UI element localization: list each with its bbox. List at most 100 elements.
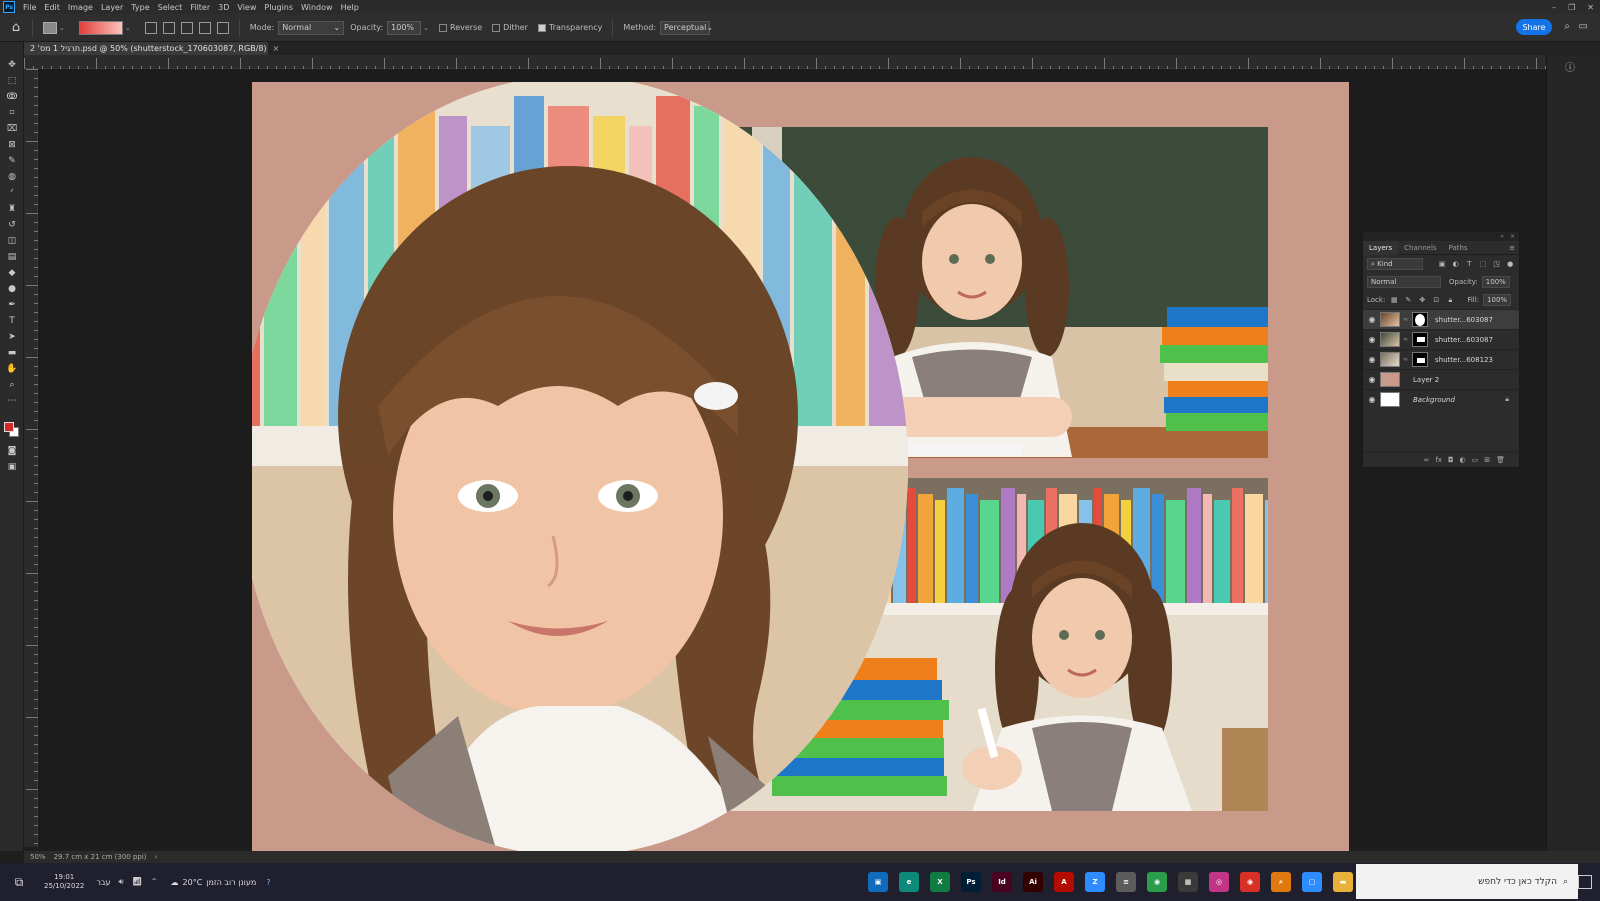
adjustment-layer-icon[interactable]: ◐ xyxy=(1460,456,1466,464)
move-tool-icon[interactable]: ✥ xyxy=(4,58,20,72)
menu-window[interactable]: Window xyxy=(297,3,337,12)
taskbar-app-photoshop-icon[interactable]: Ps xyxy=(961,872,981,892)
dither-checkbox[interactable] xyxy=(492,23,501,32)
eye-icon[interactable]: ◉ xyxy=(1367,315,1377,324)
gradient-tool-icon[interactable]: ▤ xyxy=(4,250,20,264)
reflected-gradient-icon[interactable] xyxy=(198,21,211,34)
shape-filter-icon[interactable]: ⬚ xyxy=(1478,259,1488,269)
lock-transparency-icon[interactable]: ▦ xyxy=(1389,295,1399,305)
menu-type[interactable]: Type xyxy=(127,3,153,12)
close-icon[interactable]: × xyxy=(1510,233,1515,240)
eyedropper-tool-icon[interactable]: ✎ xyxy=(4,154,20,168)
menu-plugins[interactable]: Plugins xyxy=(260,3,297,12)
workspace-icon[interactable]: ▭ xyxy=(1579,21,1588,32)
menu-view[interactable]: View xyxy=(233,3,260,12)
frame-tool-icon[interactable]: ⊠ xyxy=(4,138,20,152)
taskbar-app-chrome2-icon[interactable]: ◉ xyxy=(1240,872,1260,892)
lock-position-icon[interactable]: ✥ xyxy=(1417,295,1427,305)
eye-icon[interactable]: ◉ xyxy=(1367,375,1377,384)
path-selection-tool-icon[interactable]: ➤ xyxy=(4,330,20,344)
layer-mask-thumbnail[interactable] xyxy=(1412,352,1428,367)
opacity-input[interactable]: 100% xyxy=(387,20,422,35)
layer-row[interactable]: ◉ ∞ shutter...603087 xyxy=(1363,309,1519,329)
layer-row[interactable]: ◉ ∞ shutter...603087 xyxy=(1363,329,1519,349)
history-brush-tool-icon[interactable]: ↺ xyxy=(4,218,20,232)
link-icon[interactable]: ∞ xyxy=(1403,356,1409,363)
eraser-tool-icon[interactable]: ◫ xyxy=(4,234,20,248)
menu-file[interactable]: File xyxy=(19,3,40,12)
rectangle-tool-icon[interactable]: ▬ xyxy=(4,346,20,360)
menu-filter[interactable]: Filter xyxy=(186,3,214,12)
link-icon[interactable]: ∞ xyxy=(1403,336,1409,343)
smart-object-filter-icon[interactable]: ◳ xyxy=(1492,259,1502,269)
mode-select[interactable]: Normal ⌄ xyxy=(278,20,345,35)
lock-pixels-icon[interactable]: ✎ xyxy=(1403,295,1413,305)
share-button[interactable]: Share xyxy=(1516,19,1552,35)
photoshop-logo-icon[interactable]: Ps xyxy=(3,1,15,13)
horizontal-ruler[interactable] xyxy=(24,55,1546,70)
more-tools-icon[interactable]: ⋯ xyxy=(4,394,20,408)
chevron-down-icon[interactable]: ⌄ xyxy=(125,24,131,32)
search-icon[interactable]: ⌕ xyxy=(1564,21,1570,32)
layer-row[interactable]: ◉ Layer 2 xyxy=(1363,369,1519,389)
angle-gradient-icon[interactable] xyxy=(180,21,193,34)
blend-mode-select[interactable]: Normal xyxy=(1367,276,1441,288)
menu-image[interactable]: Image xyxy=(64,3,97,12)
document-canvas[interactable] xyxy=(252,82,1349,853)
lasso-tool-icon[interactable]: ↂ xyxy=(4,90,20,104)
diamond-gradient-icon[interactable] xyxy=(216,21,229,34)
taskbar-app-zoom-icon[interactable]: Z xyxy=(1085,872,1105,892)
type-tool-icon[interactable]: T xyxy=(4,314,20,328)
eye-icon[interactable]: ◉ xyxy=(1367,355,1377,364)
home-icon[interactable]: ⌂ xyxy=(6,18,26,38)
add-mask-icon[interactable]: ◘ xyxy=(1448,456,1454,464)
chevron-down-icon[interactable]: ⌄ xyxy=(423,24,429,32)
taskbar-app-search-icon[interactable]: ⌕ xyxy=(1271,872,1291,892)
fill-input[interactable]: 100% xyxy=(1483,294,1512,306)
taskbar-app-teams-icon[interactable]: ▢ xyxy=(1302,872,1322,892)
taskbar-app-chrome-icon[interactable]: ◉ xyxy=(1147,872,1167,892)
blur-tool-icon[interactable]: ◆ xyxy=(4,266,20,280)
clock[interactable]: 19:01 25/10/2022 xyxy=(44,873,84,891)
taskbar-app-indesign-icon[interactable]: Id xyxy=(992,872,1012,892)
taskbar-app-explorer-icon[interactable]: ▬ xyxy=(1333,872,1353,892)
layer-row[interactable]: ◉ Background 🔒︎ xyxy=(1363,389,1519,409)
menu-layer[interactable]: Layer xyxy=(97,3,127,12)
menu-select[interactable]: Select xyxy=(154,3,187,12)
foreground-color-swatch[interactable] xyxy=(4,422,14,432)
taskbar-app-notepad-icon[interactable]: ≡ xyxy=(1116,872,1136,892)
clone-stamp-tool-icon[interactable]: ♜ xyxy=(4,202,20,216)
eye-icon[interactable]: ◉ xyxy=(1367,335,1377,344)
menu-edit[interactable]: Edit xyxy=(40,3,64,12)
taskbar-app-illustrator-icon[interactable]: Ai xyxy=(1023,872,1043,892)
taskbar-app-photos-icon[interactable]: ▣ xyxy=(868,872,888,892)
close-icon[interactable]: ✕ xyxy=(1587,3,1594,12)
notification-icon[interactable] xyxy=(1578,875,1592,889)
layer-mask-thumbnail[interactable] xyxy=(1412,332,1428,347)
screen-mode-icon[interactable]: ▣ xyxy=(4,460,20,474)
restore-icon[interactable]: ❐ xyxy=(1568,3,1575,12)
minimize-icon[interactable]: – xyxy=(1552,3,1556,12)
tab-channels[interactable]: Channels xyxy=(1398,241,1442,255)
layer-style-icon[interactable]: fx xyxy=(1435,456,1442,464)
document-tab[interactable]: תרגיל 1 מס' 2.psd @ 50% (shutterstock_17… xyxy=(24,42,279,55)
menu-3d[interactable]: 3D xyxy=(214,3,233,12)
task-view-icon[interactable]: ⧉ xyxy=(10,873,28,891)
transparency-checkbox[interactable] xyxy=(537,23,546,32)
pixel-filter-icon[interactable]: ▣ xyxy=(1437,259,1447,269)
layer-row[interactable]: ◉ ∞ shutter...608123 xyxy=(1363,349,1519,369)
taskbar-search[interactable]: הקלד כאן כדי לחפש ⌕ xyxy=(1356,864,1578,899)
menu-help[interactable]: Help xyxy=(337,3,363,12)
healing-brush-tool-icon[interactable]: ◍ xyxy=(4,170,20,184)
tab-layers[interactable]: Layers xyxy=(1363,240,1399,255)
quick-mask-icon[interactable]: ◙ xyxy=(4,444,20,458)
layer-mask-thumbnail[interactable] xyxy=(1412,312,1428,327)
radial-gradient-icon[interactable] xyxy=(162,21,175,34)
taskbar-app-calculator-icon[interactable]: ▦ xyxy=(1178,872,1198,892)
weather-widget[interactable]: ☁ 20°C מעונן רוב הזמן ? xyxy=(171,878,271,887)
system-tray-icons[interactable]: 🔊︎ 📶︎ ⌃ xyxy=(119,877,161,887)
delete-layer-icon[interactable]: 🗑︎ xyxy=(1496,456,1505,464)
close-icon[interactable]: × xyxy=(273,44,280,53)
layer-kind-filter[interactable]: ⌕ Kind xyxy=(1367,258,1424,270)
gradient-tool-preset-icon[interactable] xyxy=(43,21,57,34)
